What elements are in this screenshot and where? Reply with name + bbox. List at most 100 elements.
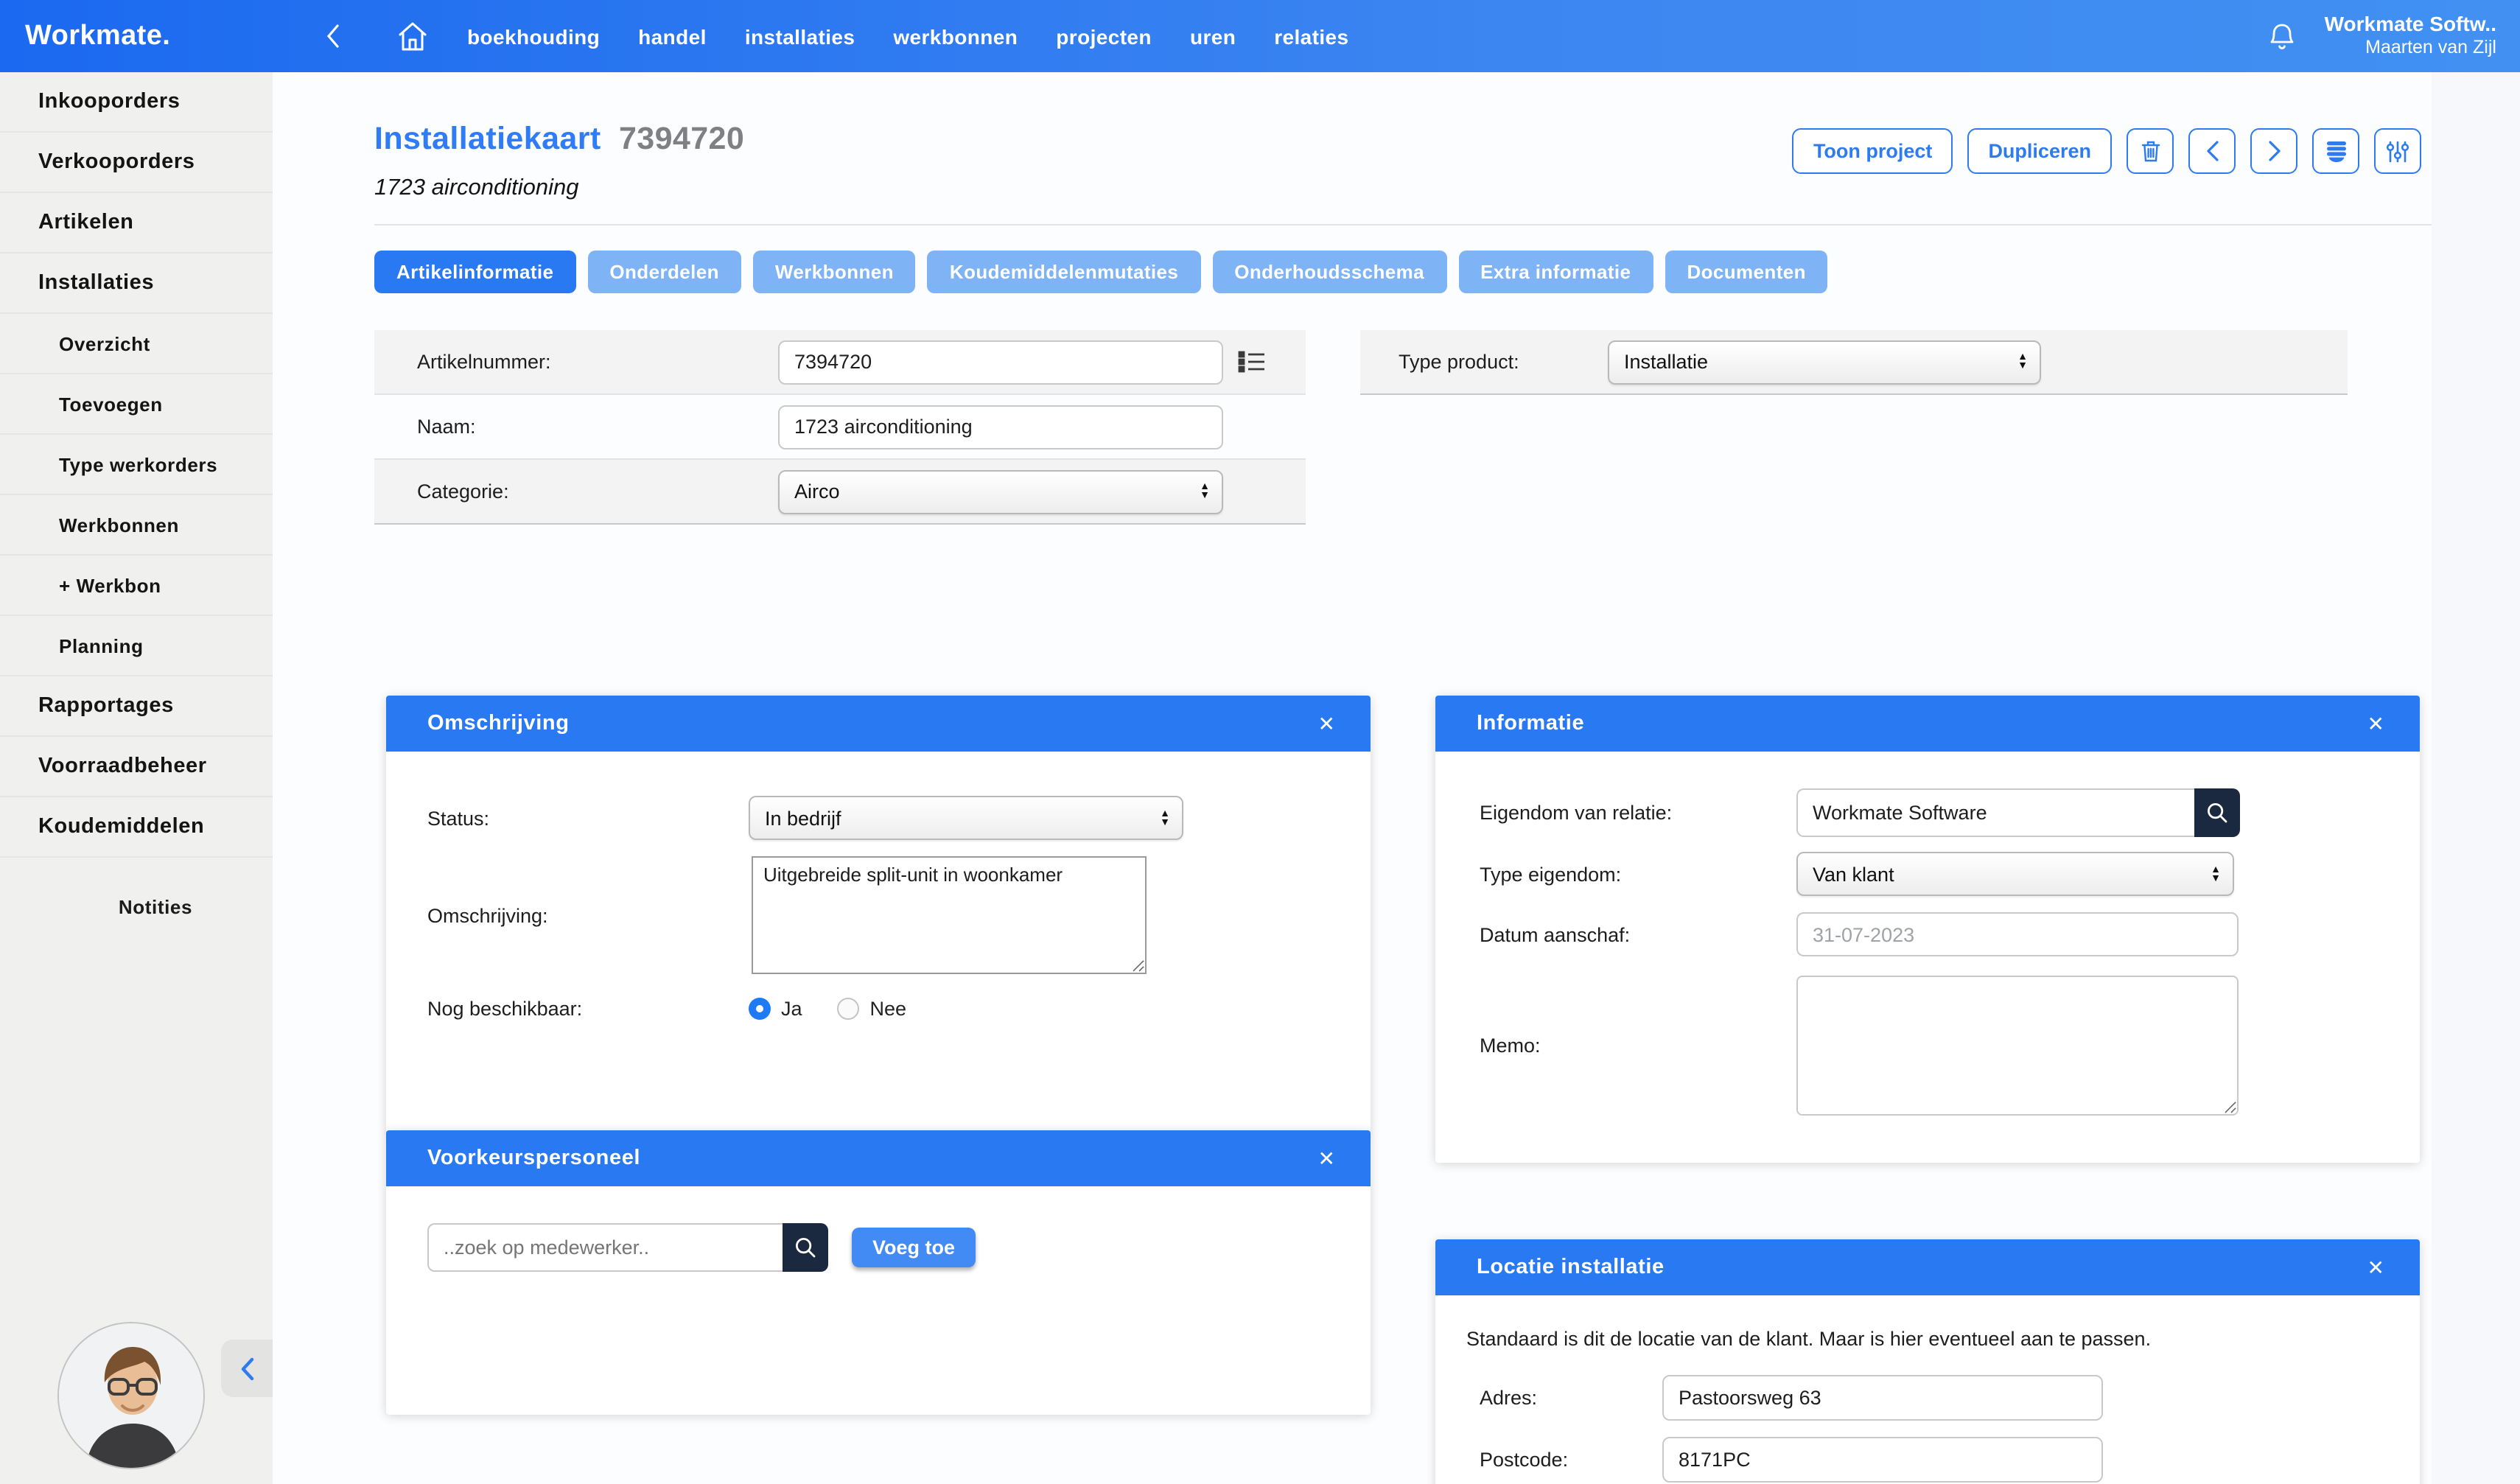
postcode-input[interactable] bbox=[1662, 1437, 2103, 1483]
sidebar-item-rapportages[interactable]: Rapportages bbox=[0, 676, 273, 737]
sidebar-item-notities[interactable]: Notities bbox=[0, 872, 273, 940]
employee-search-button[interactable] bbox=[783, 1223, 828, 1272]
nog-beschikbaar-radio-group: Ja Nee bbox=[749, 998, 906, 1020]
nog-beschikbaar-row: Nog beschikbaar: Ja Nee bbox=[427, 998, 1329, 1020]
datum-aanschaf-input[interactable] bbox=[1796, 912, 2239, 956]
eigendom-input[interactable] bbox=[1796, 788, 2194, 837]
sidebar-item-planning[interactable]: Planning bbox=[0, 616, 273, 676]
voorkeurspersoneel-panel-title: Voorkeurspersoneel bbox=[427, 1147, 1309, 1170]
delete-button[interactable] bbox=[2127, 128, 2174, 174]
tab-werkbonnen[interactable]: Werkbonnen bbox=[753, 251, 916, 293]
locatie-panel: Locatie installatie ✕ Standaard is dit d… bbox=[1435, 1239, 2420, 1484]
informatie-panel-header: Informatie ✕ bbox=[1435, 696, 2420, 752]
tab-documenten[interactable]: Documenten bbox=[1665, 251, 1827, 293]
sidebar-item-inkooporders[interactable]: Inkooporders bbox=[0, 72, 273, 133]
type-eigendom-select[interactable]: Van klant ▲▼ bbox=[1796, 852, 2234, 896]
user-avatar[interactable] bbox=[57, 1322, 205, 1469]
nav-item-uren[interactable]: uren bbox=[1190, 24, 1236, 48]
duplicate-button[interactable]: Dupliceren bbox=[1967, 128, 2112, 174]
close-icon[interactable]: ✕ bbox=[2359, 1252, 2393, 1283]
sidebar-item-toevoegen[interactable]: Toevoegen bbox=[0, 374, 273, 435]
add-employee-button[interactable]: Voeg toe bbox=[852, 1228, 976, 1267]
content-right-gutter bbox=[2432, 72, 2520, 1484]
action-toolbar: Toon project Dupliceren bbox=[1793, 128, 2421, 174]
page-title-number: 7394720 bbox=[619, 121, 744, 156]
sidebar-collapse-button[interactable] bbox=[221, 1340, 273, 1397]
status-row: Status: In bedrijf ▲▼ bbox=[427, 796, 1329, 840]
categorie-value: Airco bbox=[794, 480, 1200, 503]
naam-row: Naam: bbox=[374, 395, 1306, 460]
tab-artikelinformatie[interactable]: Artikelinformatie bbox=[374, 251, 575, 293]
categorie-select[interactable]: Airco ▲▼ bbox=[778, 469, 1223, 514]
close-icon[interactable]: ✕ bbox=[1309, 1143, 1344, 1174]
article-list-icon[interactable] bbox=[1238, 349, 1266, 374]
close-icon[interactable]: ✕ bbox=[2359, 708, 2393, 739]
sidebar-item-werkbonnen[interactable]: Werkbonnen bbox=[0, 495, 273, 556]
workmate-logo: Workmate. bbox=[25, 20, 187, 52]
nav-item-werkbonnen[interactable]: werkbonnen bbox=[893, 24, 1018, 48]
notifications-bell-icon[interactable] bbox=[2266, 20, 2298, 52]
nav-item-installaties[interactable]: installaties bbox=[745, 24, 855, 48]
radio-ja[interactable]: Ja bbox=[749, 998, 802, 1020]
adres-input[interactable] bbox=[1662, 1375, 2103, 1421]
sidebar-item-artikelen[interactable]: Artikelen bbox=[0, 193, 273, 253]
settings-sliders-button[interactable] bbox=[2374, 128, 2421, 174]
eigendom-search-button[interactable] bbox=[2194, 788, 2240, 837]
sidebar-item-voorraadbeheer[interactable]: Voorraadbeheer bbox=[0, 737, 273, 797]
tab-onderdelen[interactable]: Onderdelen bbox=[587, 251, 741, 293]
nav-item-boekhouding[interactable]: boekhouding bbox=[467, 24, 600, 48]
radio-nee[interactable]: Nee bbox=[838, 998, 907, 1020]
voorkeurspersoneel-panel: Voorkeurspersoneel ✕ Voeg toe bbox=[386, 1130, 1371, 1415]
title-divider bbox=[374, 224, 2432, 225]
main-content: Installatiekaart 7394720 1723 airconditi… bbox=[273, 72, 2520, 1484]
locatie-note: Standaard is dit de locatie van de klant… bbox=[1466, 1328, 2390, 1350]
artikelnummer-input[interactable] bbox=[778, 340, 1223, 384]
tab-extra-informatie[interactable]: Extra informatie bbox=[1458, 251, 1653, 293]
notes-stack-button[interactable] bbox=[2312, 128, 2359, 174]
home-icon[interactable] bbox=[393, 17, 432, 55]
close-icon[interactable]: ✕ bbox=[1309, 708, 1344, 739]
radio-selected-icon bbox=[749, 998, 771, 1020]
account-menu[interactable]: Workmate Softw.. Maarten van Zijl bbox=[2325, 12, 2496, 60]
sidebar-item-overzicht[interactable]: Overzicht bbox=[0, 314, 273, 374]
adres-row: Adres: bbox=[1466, 1375, 2390, 1421]
nog-beschikbaar-label: Nog beschikbaar: bbox=[427, 998, 749, 1020]
next-record-button[interactable] bbox=[2250, 128, 2297, 174]
status-select[interactable]: In bedrijf ▲▼ bbox=[749, 796, 1183, 840]
previous-record-button[interactable] bbox=[2188, 128, 2236, 174]
sidebar-item-plus-werkbon[interactable]: + Werkbon bbox=[0, 556, 273, 616]
sidebar-item-verkooporders[interactable]: Verkooporders bbox=[0, 133, 273, 193]
memo-textarea[interactable] bbox=[1796, 976, 2239, 1116]
sidebar-item-installaties[interactable]: Installaties bbox=[0, 253, 273, 314]
select-arrows-icon: ▲▼ bbox=[2211, 866, 2221, 882]
omschrijving-row: Omschrijving: Uitgebreide split-unit in … bbox=[427, 856, 1329, 974]
datum-aanschaf-label: Datum aanschaf: bbox=[1480, 923, 1796, 945]
type-eigendom-label: Type eigendom: bbox=[1480, 863, 1796, 885]
account-company: Workmate Softw.. bbox=[2325, 12, 2496, 38]
omschrijving-textarea[interactable]: Uitgebreide split-unit in woonkamer bbox=[752, 856, 1147, 974]
sidebar-item-koudemiddelen[interactable]: Koudemiddelen bbox=[0, 797, 273, 858]
adres-label: Adres: bbox=[1466, 1387, 1662, 1409]
tab-koudemiddelenmutaties[interactable]: Koudemiddelenmutaties bbox=[928, 251, 1200, 293]
locatie-panel-header: Locatie installatie ✕ bbox=[1435, 1239, 2420, 1295]
sidebar-item-type-werkorders[interactable]: Type werkorders bbox=[0, 435, 273, 495]
informatie-panel: Informatie ✕ Eigendom van relatie: Type … bbox=[1435, 696, 2420, 1163]
status-value: In bedrijf bbox=[765, 807, 1160, 829]
nav-item-projecten[interactable]: projecten bbox=[1056, 24, 1152, 48]
memo-label: Memo: bbox=[1480, 1035, 1796, 1057]
tab-onderhoudsschema[interactable]: Onderhoudsschema bbox=[1212, 251, 1446, 293]
employee-search-input[interactable] bbox=[427, 1223, 783, 1272]
show-project-button[interactable]: Toon project bbox=[1793, 128, 1953, 174]
type-product-label: Type product: bbox=[1360, 351, 1608, 373]
select-arrows-icon: ▲▼ bbox=[1200, 483, 1210, 500]
type-eigendom-row: Type eigendom: Van klant ▲▼ bbox=[1480, 852, 2420, 896]
locatie-panel-title: Locatie installatie bbox=[1477, 1256, 2359, 1279]
naam-input[interactable] bbox=[778, 405, 1223, 449]
eigendom-search-group bbox=[1796, 788, 2240, 837]
nav-item-relaties[interactable]: relaties bbox=[1274, 24, 1348, 48]
nav-item-handel[interactable]: handel bbox=[638, 24, 707, 48]
radio-unselected-icon bbox=[838, 998, 860, 1020]
type-product-select[interactable]: Installatie ▲▼ bbox=[1608, 340, 2041, 384]
categorie-row: Categorie: Airco ▲▼ bbox=[374, 460, 1306, 525]
topbar-collapse-chevron-icon[interactable] bbox=[317, 20, 349, 52]
